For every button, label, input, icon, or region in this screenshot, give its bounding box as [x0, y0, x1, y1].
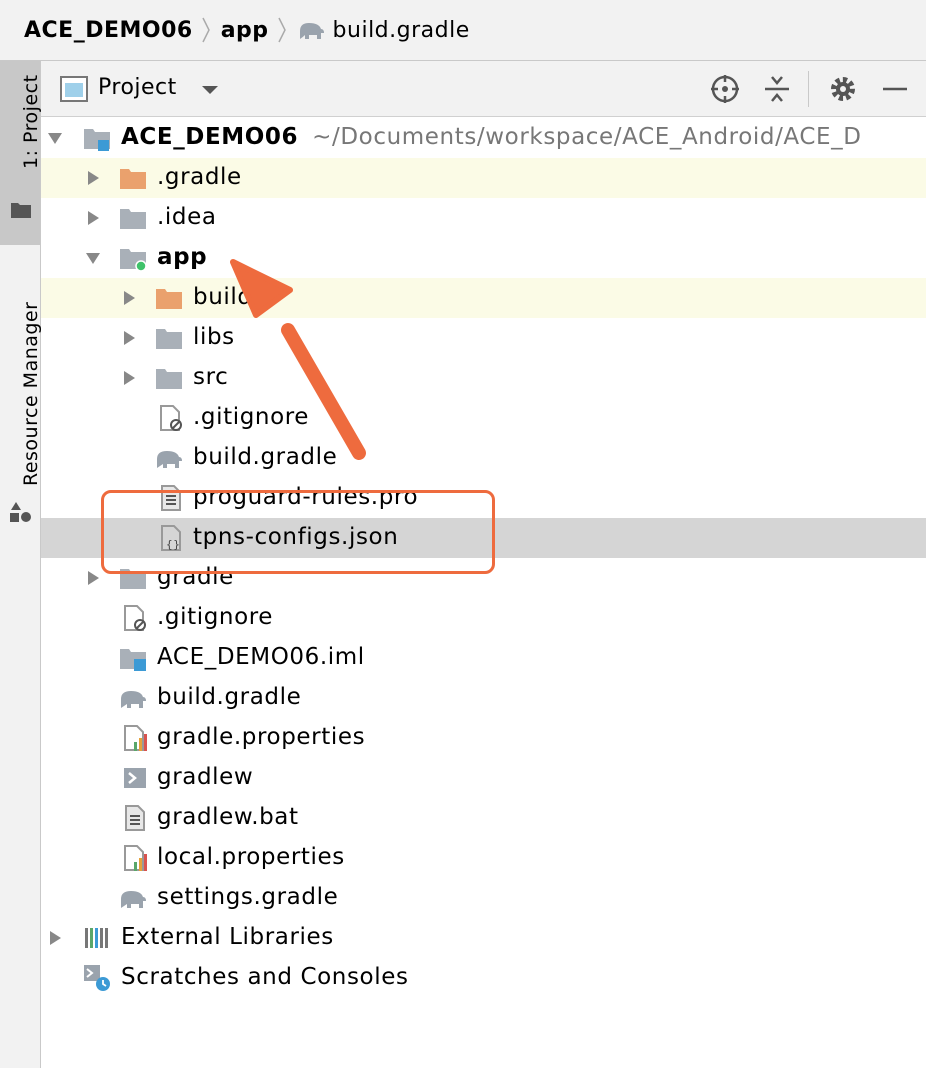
excluded-folder-icon [120, 169, 146, 189]
project-path: ~/Documents/workspace/ACE_Android/ACE_D [312, 124, 862, 150]
tab-project-label: 1: Project [20, 74, 42, 169]
project-name: ACE_DEMO06 [121, 124, 299, 150]
excluded-folder-icon [156, 289, 182, 309]
tree-row[interactable]: gradle.properties [41, 718, 926, 758]
tree-label: src [193, 364, 229, 390]
tree-row[interactable]: .gradle [41, 158, 926, 198]
tree-row-app[interactable]: app [41, 238, 926, 278]
tree-row[interactable]: Scratches and Consoles [41, 958, 926, 998]
module-folder-icon [120, 249, 147, 272]
tree-label: build.gradle [193, 444, 338, 470]
chevron-right-icon[interactable] [47, 930, 63, 946]
ignore-file-icon [160, 405, 182, 431]
tree-row[interactable]: .idea [41, 198, 926, 238]
tree-row[interactable]: .gitignore [41, 598, 926, 638]
chevron-right-icon[interactable] [121, 370, 137, 386]
tree-label: app [157, 244, 208, 270]
tree-row[interactable]: .gitignore [41, 398, 926, 438]
tree-row[interactable]: gradlew [41, 758, 926, 798]
chevron-right-icon[interactable] [121, 290, 137, 306]
ignore-file-icon [124, 605, 146, 631]
resource-manager-icon [10, 502, 31, 522]
folder-icon [120, 209, 146, 229]
scratches-icon [84, 965, 110, 991]
folder-icon [156, 369, 182, 389]
tree-row[interactable]: gradlew.bat [41, 798, 926, 838]
tree-label: build [193, 284, 253, 310]
breadcrumb-item-module[interactable]: app [221, 18, 269, 43]
tree-row[interactable]: settings.gradle [41, 878, 926, 918]
chevron-down-icon[interactable] [85, 250, 101, 266]
gradle-icon [157, 451, 182, 468]
tree-label: .gradle [157, 164, 242, 190]
shell-script-icon [124, 768, 146, 788]
tree-label: .idea [157, 204, 217, 230]
gear-icon[interactable] [827, 73, 859, 105]
module-folder-icon [84, 129, 110, 151]
breadcrumb: ACE_DEMO06 app build.gradle [0, 0, 926, 61]
text-file-icon [125, 805, 145, 831]
tree-label: Scratches and Consoles [121, 964, 409, 990]
tree-row[interactable]: local.properties [41, 838, 926, 878]
project-view-icon [60, 76, 88, 102]
folder-icon [11, 203, 31, 218]
chevron-down-icon[interactable] [47, 130, 63, 146]
module-file-icon [120, 649, 146, 671]
toolbar-divider [808, 71, 809, 107]
tree-label: ACE_DEMO06.iml [157, 644, 365, 670]
annotation-highlight-box [101, 490, 495, 574]
tree-label: local.properties [157, 844, 345, 870]
tree-label: ACE_DEMO06 ~/Documents/workspace/ACE_Andr… [121, 124, 862, 150]
tab-resource-manager-label: Resource Manager [20, 301, 42, 486]
tree-label: settings.gradle [157, 884, 339, 910]
tree-row[interactable]: External Libraries [41, 918, 926, 958]
properties-file-icon [124, 725, 147, 751]
breadcrumb-item-file[interactable]: build.gradle [333, 18, 470, 43]
chevron-right-icon[interactable] [85, 210, 101, 226]
project-panel-header: Project [41, 61, 926, 117]
tree-row[interactable]: build.gradle [41, 678, 926, 718]
tab-project[interactable]: 1: Project [0, 61, 42, 245]
tree-label: gradle.properties [157, 724, 366, 750]
tree-label: gradlew.bat [157, 804, 299, 830]
tree-label: External Libraries [121, 924, 334, 950]
tool-window-strip: 1: Project Resource Manager [0, 61, 42, 1068]
tree-label: gradlew [157, 764, 254, 790]
tree-row[interactable]: ACE_DEMO06.iml [41, 638, 926, 678]
tree-label: .gitignore [193, 404, 310, 430]
properties-file-icon [124, 845, 147, 871]
chevron-down-icon[interactable] [201, 85, 219, 95]
chevron-right-icon [277, 17, 286, 43]
tree-row-root[interactable]: ACE_DEMO06 ~/Documents/workspace/ACE_Andr… [41, 118, 926, 158]
tree-row[interactable]: libs [41, 318, 926, 358]
panel-title[interactable]: Project [98, 75, 177, 100]
library-icon [85, 928, 108, 948]
breadcrumb-item-project[interactable]: ACE_DEMO06 [24, 18, 193, 43]
chevron-right-icon[interactable] [85, 570, 101, 586]
chevron-right-icon[interactable] [121, 330, 137, 346]
gradle-icon [121, 691, 146, 708]
tree-label: .gitignore [157, 604, 274, 630]
collapse-all-icon[interactable] [761, 73, 793, 105]
locate-icon[interactable] [709, 73, 741, 105]
chevron-right-icon [202, 17, 210, 43]
tree-label: build.gradle [157, 684, 302, 710]
hide-icon[interactable] [879, 73, 911, 105]
folder-icon [156, 329, 182, 349]
tree-label: libs [193, 324, 235, 350]
tree-row[interactable]: src [41, 358, 926, 398]
gradle-icon [299, 23, 324, 39]
tab-resource-manager[interactable]: Resource Manager [0, 271, 42, 531]
tree-row[interactable]: build [41, 278, 926, 318]
gradle-icon [121, 891, 146, 908]
chevron-right-icon[interactable] [85, 170, 101, 186]
tree-row[interactable]: build.gradle [41, 438, 926, 478]
